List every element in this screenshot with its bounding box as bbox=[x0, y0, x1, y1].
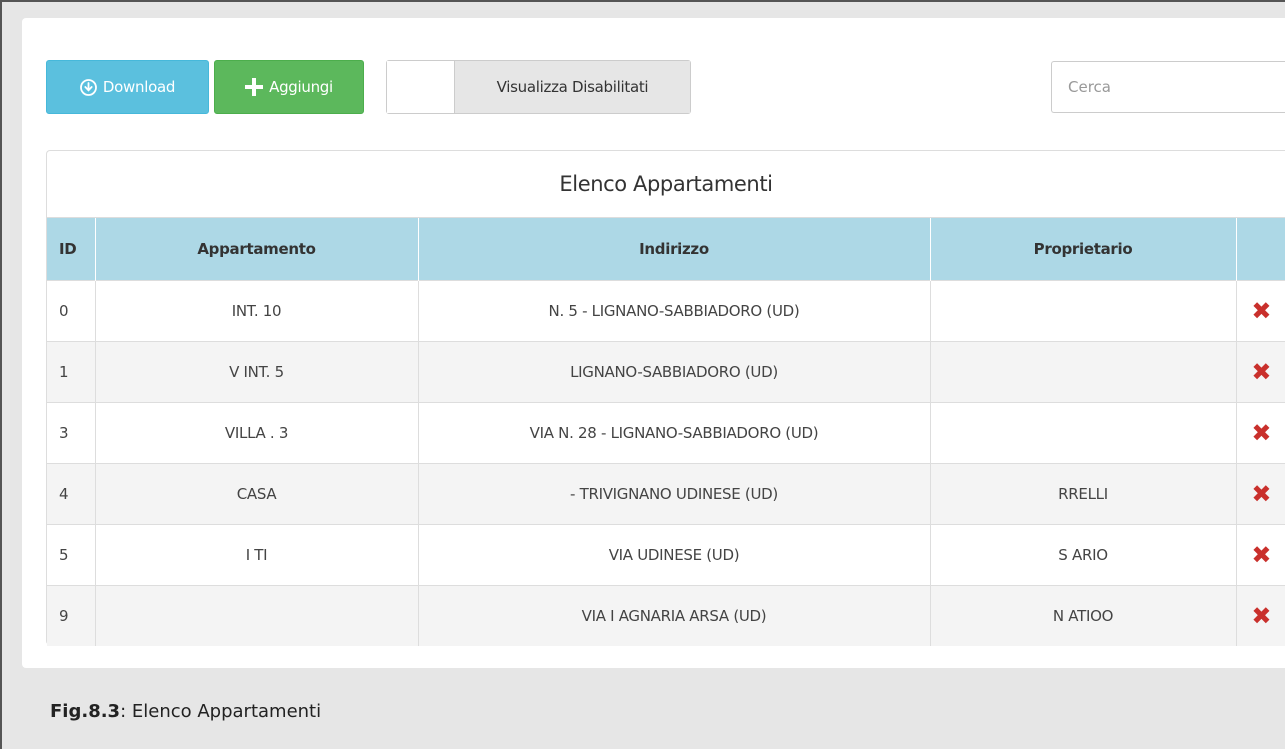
figure-label: Fig.8.3 bbox=[50, 701, 121, 722]
cell-id: 0 bbox=[47, 279, 96, 341]
main-panel: Download Aggiungi Visualizza Disabilitat… bbox=[22, 18, 1285, 668]
cell-owner: RRELLI bbox=[930, 462, 1237, 524]
cell-apartment: CASA bbox=[95, 462, 419, 524]
toolbar: Download Aggiungi Visualizza Disabilitat… bbox=[46, 60, 1285, 114]
cell-id: 9 bbox=[47, 584, 96, 646]
cell-delete: ✖ bbox=[1236, 584, 1285, 646]
cell-apartment: I TI bbox=[95, 523, 419, 585]
cell-apartment: INT. 10 bbox=[95, 279, 419, 341]
cell-owner bbox=[930, 401, 1237, 463]
search-input[interactable] bbox=[1051, 61, 1285, 113]
cell-address: VIA UDINESE (UD) bbox=[418, 523, 931, 585]
delete-icon[interactable]: ✖ bbox=[1251, 297, 1271, 325]
apartments-table-panel: Elenco Appartamenti ID Appartamento Indi… bbox=[46, 150, 1285, 646]
add-button[interactable]: Aggiungi bbox=[214, 60, 364, 114]
table-title: Elenco Appartamenti bbox=[47, 151, 1285, 218]
cell-delete: ✖ bbox=[1236, 279, 1285, 341]
cell-owner bbox=[930, 279, 1237, 341]
delete-icon[interactable]: ✖ bbox=[1251, 419, 1271, 447]
table-row[interactable]: 3 VILLA . 3 VIA N. 28 - LIGNANO-SABBIADO… bbox=[47, 401, 1285, 463]
download-button-label: Download bbox=[102, 78, 176, 96]
cell-address: N. 5 - LIGNANO-SABBIADORO (UD) bbox=[418, 279, 931, 341]
figure-caption: Fig.8.3: Elenco Appartamenti bbox=[50, 701, 321, 722]
cell-address: VIA I AGNARIA ARSA (UD) bbox=[418, 584, 931, 646]
cell-id: 3 bbox=[47, 401, 96, 463]
delete-icon[interactable]: ✖ bbox=[1251, 358, 1271, 386]
cell-delete: ✖ bbox=[1236, 340, 1285, 402]
download-button[interactable]: Download bbox=[46, 60, 209, 114]
table-row[interactable]: 9 VIA I AGNARIA ARSA (UD) N ATIOO ✖ bbox=[47, 584, 1285, 646]
cell-delete: ✖ bbox=[1236, 462, 1285, 524]
download-circle-icon bbox=[80, 78, 97, 96]
cell-owner bbox=[930, 340, 1237, 402]
cell-apartment bbox=[95, 584, 419, 646]
delete-icon[interactable]: ✖ bbox=[1251, 541, 1271, 569]
show-disabled-label[interactable]: Visualizza Disabilitati bbox=[455, 61, 690, 113]
table-row[interactable]: 5 I TI VIA UDINESE (UD) S ARIO ✖ bbox=[47, 523, 1285, 585]
table-row[interactable]: 0 INT. 10 N. 5 - LIGNANO-SABBIADORO (UD)… bbox=[47, 279, 1285, 341]
cell-id: 5 bbox=[47, 523, 96, 585]
add-button-label: Aggiungi bbox=[269, 78, 333, 96]
cell-address: VIA N. 28 - LIGNANO-SABBIADORO (UD) bbox=[418, 401, 931, 463]
figure-caption-text: : Elenco Appartamenti bbox=[120, 701, 322, 722]
show-disabled-toggle[interactable]: Visualizza Disabilitati bbox=[386, 60, 691, 114]
cell-delete: ✖ bbox=[1236, 523, 1285, 585]
table-row[interactable]: 1 V INT. 5 LIGNANO-SABBIADORO (UD) ✖ bbox=[47, 340, 1285, 402]
table-row[interactable]: 4 CASA - TRIVIGNANO UDINESE (UD) RRELLI … bbox=[47, 462, 1285, 524]
cell-id: 1 bbox=[47, 340, 96, 402]
cell-address: LIGNANO-SABBIADORO (UD) bbox=[418, 340, 931, 402]
header-address[interactable]: Indirizzo bbox=[418, 218, 931, 280]
apartments-table: ID Appartamento Indirizzo Proprietario 0… bbox=[47, 218, 1285, 646]
delete-icon[interactable]: ✖ bbox=[1251, 480, 1271, 508]
cell-owner: N ATIOO bbox=[930, 584, 1237, 646]
table-header-row: ID Appartamento Indirizzo Proprietario bbox=[47, 218, 1285, 280]
plus-icon bbox=[245, 78, 264, 96]
delete-icon[interactable]: ✖ bbox=[1251, 602, 1271, 630]
cell-address: - TRIVIGNANO UDINESE (UD) bbox=[418, 462, 931, 524]
header-apartment[interactable]: Appartamento bbox=[95, 218, 419, 280]
toggle-off-segment[interactable] bbox=[387, 61, 455, 113]
cell-apartment: VILLA . 3 bbox=[95, 401, 419, 463]
cell-owner: S ARIO bbox=[930, 523, 1237, 585]
header-owner[interactable]: Proprietario bbox=[930, 218, 1237, 280]
cell-delete: ✖ bbox=[1236, 401, 1285, 463]
cell-id: 4 bbox=[47, 462, 96, 524]
cell-apartment: V INT. 5 bbox=[95, 340, 419, 402]
header-actions bbox=[1236, 218, 1285, 280]
header-id[interactable]: ID bbox=[47, 218, 96, 280]
